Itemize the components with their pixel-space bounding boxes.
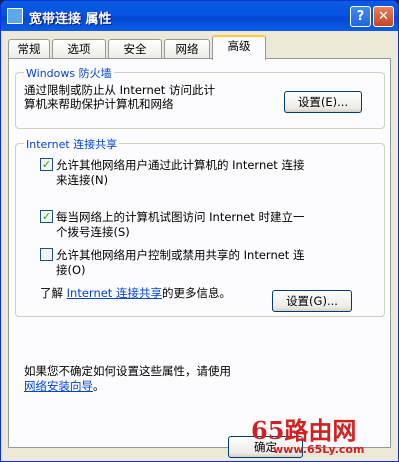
ics-info-suffix: 的更多信息。	[161, 286, 231, 300]
allow-sharing-label-line1: 允许其他网络用户通过此计算机的 Internet 连接	[56, 158, 305, 172]
firewall-group: Windows 防火墙 通过限制或防止从 Internet 访问此计 算机来帮助…	[15, 65, 385, 129]
tab-general[interactable]: 常规	[8, 39, 50, 59]
allow-control-label-line2: 接(O)	[56, 263, 86, 277]
allow-control-label-line1: 允许其他网络用户控制或禁用共享的 Internet 连	[56, 248, 305, 262]
close-button[interactable]: ✕	[373, 6, 394, 27]
network-setup-wizard-link[interactable]: 网络安装向导	[24, 379, 93, 393]
dial-on-demand-label-line2: 个拨号连接(S)	[56, 225, 130, 239]
watermark-url: www.65Ly.com	[273, 443, 365, 456]
sharing-settings-button[interactable]: 设置(G)...	[272, 290, 352, 312]
ics-info-prefix: 了解	[40, 286, 63, 300]
connection-sharing-group: Internet 连接共享 ✓ 允许其他网络用户通过此计算机的 Internet…	[15, 136, 385, 317]
firewall-settings-button[interactable]: 设置(E)...	[284, 91, 362, 113]
watermark-brand: 65路由网	[251, 416, 357, 445]
footer-text: 如果您不确定如何设置这些属性，请使用	[24, 364, 231, 378]
tab-security[interactable]: 安全	[108, 39, 162, 59]
properties-window: 宽带连接 属性 ? ✕ 常规 选项 安全 网络 高级 Windows 防火墙 通…	[0, 0, 399, 462]
tab-networking[interactable]: 网络	[164, 39, 210, 59]
firewall-group-title: Windows 防火墙	[24, 65, 114, 81]
footer-wizard-line: 网络安装向导。	[24, 378, 105, 394]
footer-suffix: 。	[93, 379, 105, 393]
dial-on-demand-checkbox[interactable]: ✓	[40, 210, 53, 223]
firewall-description-line2: 算机来帮助保护计算机和网络	[24, 97, 174, 111]
title-bar[interactable]: 宽带连接 属性 ? ✕	[1, 1, 398, 31]
ics-info-text: 了解 Internet 连接共享的更多信息。	[40, 285, 231, 301]
help-button[interactable]: ?	[350, 6, 371, 27]
sharing-group-title: Internet 连接共享	[24, 136, 120, 152]
window-title: 宽带连接 属性	[29, 12, 112, 27]
tab-options[interactable]: 选项	[52, 39, 106, 59]
allow-control-checkbox[interactable]	[40, 248, 53, 261]
allow-sharing-checkbox[interactable]: ✓	[40, 158, 53, 171]
network-connection-icon	[7, 8, 23, 24]
allow-sharing-label-line2: 来连接(N)	[56, 173, 109, 187]
advanced-tab-panel: Windows 防火墙 通过限制或防止从 Internet 访问此计 算机来帮助…	[8, 58, 391, 448]
dial-on-demand-label-line1: 每当网络上的计算机试图访问 Internet 时建立一	[56, 210, 305, 224]
tab-advanced[interactable]: 高级	[212, 35, 266, 60]
ics-help-link[interactable]: Internet 连接共享	[67, 286, 162, 300]
